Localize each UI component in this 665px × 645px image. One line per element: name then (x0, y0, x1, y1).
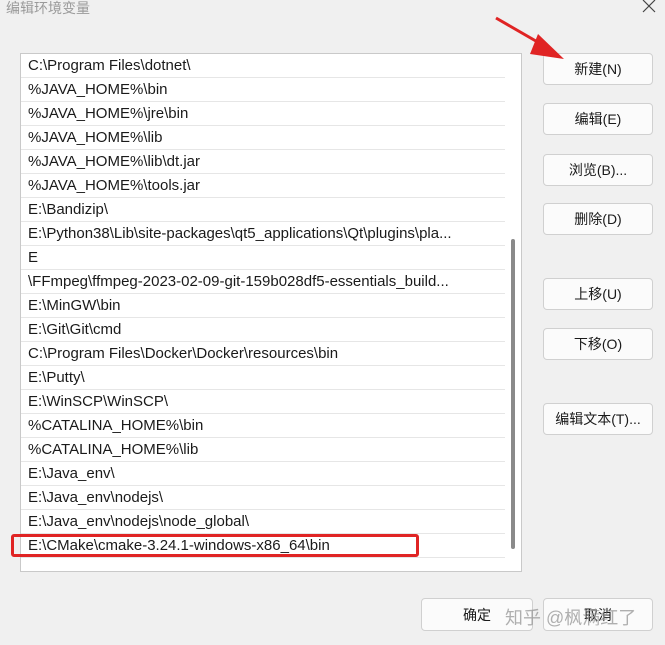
path-list-item[interactable]: %JAVA_HOME%\lib (21, 126, 505, 150)
path-list-item[interactable]: E:\Python38\Lib\site-packages\qt5_applic… (21, 222, 505, 246)
path-list-rows: C:\Program Files\dotnet\ %JAVA_HOME%\bin%… (21, 54, 505, 558)
move-up-button[interactable]: 上移(U) (543, 278, 653, 310)
path-list[interactable]: C:\Program Files\dotnet\ %JAVA_HOME%\bin%… (20, 53, 522, 572)
path-list-item[interactable]: E:\MinGW\bin (21, 294, 505, 318)
move-down-button[interactable]: 下移(O) (543, 328, 653, 360)
path-list-item[interactable]: E:\Java_env\nodejs\node_global\ (21, 510, 505, 534)
window-title: 编辑环境变量 (6, 0, 90, 16)
path-list-item[interactable]: E:\Java_env\nodejs\ (21, 486, 505, 510)
scrollbar-thumb[interactable] (511, 239, 515, 549)
path-list-item[interactable]: E:\Bandizip\ (21, 198, 505, 222)
path-list-item[interactable]: %JAVA_HOME%\lib\dt.jar (21, 150, 505, 174)
edit-button[interactable]: 编辑(E) (543, 103, 653, 135)
path-list-item[interactable]: %JAVA_HOME%\jre\bin (21, 102, 505, 126)
path-list-item[interactable]: \FFmpeg\ffmpeg-2023-02-09-git-159b028df5… (21, 270, 505, 294)
path-list-item[interactable]: E:\WinSCP\WinSCP\ (21, 390, 505, 414)
scrollbar[interactable] (505, 54, 521, 571)
selection-highlight-annotation (11, 534, 419, 557)
path-list-item[interactable]: E:\Git\Git\cmd (21, 318, 505, 342)
path-list-item[interactable]: %CATALINA_HOME%\lib (21, 438, 505, 462)
annotation-arrow-icon (495, 16, 564, 59)
close-button[interactable] (639, 0, 659, 15)
path-list-item[interactable]: %JAVA_HOME%\tools.jar (21, 174, 505, 198)
edit-text-button[interactable]: 编辑文本(T)... (543, 403, 653, 435)
path-list-item[interactable]: C:\Program Files\Docker\Docker\resources… (21, 342, 505, 366)
watermark: 知乎 @枫满红了 (505, 608, 637, 628)
close-icon (642, 0, 656, 13)
browse-button[interactable]: 浏览(B)... (543, 154, 653, 186)
delete-button[interactable]: 删除(D) (543, 203, 653, 235)
path-list-item[interactable]: %CATALINA_HOME%\bin (21, 414, 505, 438)
path-list-item[interactable]: E (21, 246, 505, 270)
path-list-item[interactable]: E:\Putty\ (21, 366, 505, 390)
path-list-item[interactable]: %JAVA_HOME%\bin (21, 78, 505, 102)
path-list-item[interactable]: C:\Program Files\dotnet\ (21, 54, 505, 78)
path-list-item[interactable]: E:\Java_env\ (21, 462, 505, 486)
